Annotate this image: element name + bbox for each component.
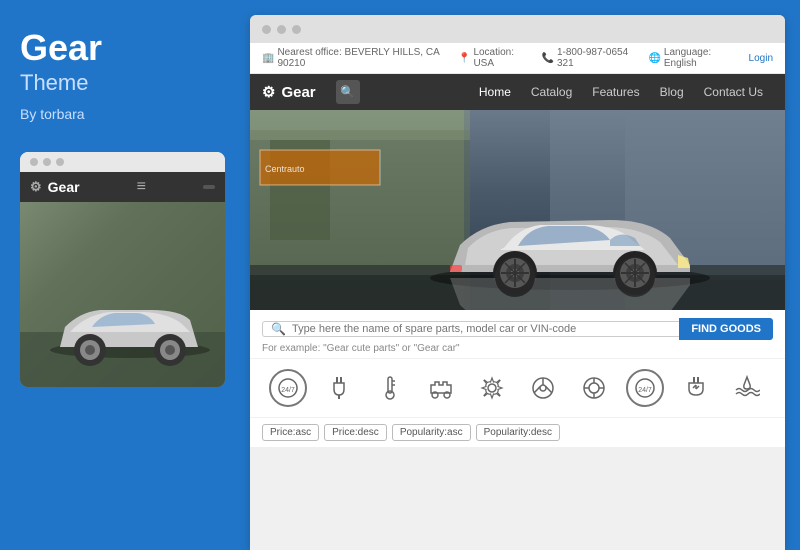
icon-tire-box <box>575 369 613 407</box>
browser-mockup: 🏢 Nearest office: BEVERLY HILLS, CA 9021… <box>250 15 785 550</box>
icon-gear-settings <box>473 369 511 407</box>
nav-links: Home Catalog Features Blog Contact Us <box>469 74 773 110</box>
mobile-brand: ⚙ Gear <box>30 179 80 195</box>
icon-car-engine <box>422 369 460 407</box>
search-input-wrap: 🔍 <box>262 321 679 337</box>
filter-price-desc[interactable]: Price:desc <box>324 424 387 441</box>
icon-steering <box>524 369 562 407</box>
icon-coolant-box <box>728 369 766 407</box>
nav-home[interactable]: Home <box>469 74 521 110</box>
search-section: 🔍 FIND GOODS For example: "Gear cute par… <box>250 310 785 358</box>
icon-battery <box>677 369 715 407</box>
svg-text:24/7: 24/7 <box>281 387 295 394</box>
icon-temp-box <box>371 369 409 407</box>
site-topbar: 🏢 Nearest office: BEVERLY HILLS, CA 9021… <box>250 43 785 74</box>
mobile-hamburger-icon[interactable]: ≡ <box>137 178 146 196</box>
browser-dot-3 <box>292 25 301 34</box>
left-panel: Gear Theme By torbara ⚙ Gear ≡ <box>0 0 245 550</box>
icon-24-7-1: 24/7 <box>269 369 307 407</box>
mobile-navbar: ⚙ Gear ≡ <box>20 172 225 202</box>
icon-strip: 24/7 <box>250 358 785 417</box>
search-input[interactable] <box>292 323 671 335</box>
icon-tire <box>575 369 613 407</box>
topbar-phone: 📞 1-800-987-0654 321 <box>542 47 635 69</box>
mobile-brand-label: Gear <box>48 179 80 195</box>
navbar-search-button[interactable]: 🔍 <box>336 80 360 104</box>
theme-subtitle: Theme <box>20 70 225 96</box>
login-link[interactable]: Login <box>749 53 773 64</box>
hero-area: Centrauto <box>250 110 785 310</box>
search-hint: For example: "Gear cute parts" or "Gear … <box>262 343 773 354</box>
phone-icon: 📞 <box>542 53 554 64</box>
svg-text:Centrauto: Centrauto <box>265 164 305 174</box>
mobile-dot-3 <box>56 158 64 166</box>
topbar-language: 🌐 Language: English <box>648 47 734 69</box>
filter-popularity-desc[interactable]: Popularity:desc <box>476 424 560 441</box>
theme-author: By torbara <box>20 106 225 122</box>
nav-features[interactable]: Features <box>582 74 649 110</box>
filter-row: Price:asc Price:desc Popularity:asc Popu… <box>250 417 785 447</box>
mobile-card-titlebar <box>20 152 225 172</box>
icon-coolant <box>728 369 766 407</box>
theme-title: Gear <box>20 30 225 66</box>
icon-car-engine-box <box>422 369 460 407</box>
svg-text:24/7: 24/7 <box>638 387 652 394</box>
navbar-gear-icon: ⚙ <box>262 83 275 101</box>
icon-247-circle-2: 24/7 <box>626 369 664 407</box>
mobile-dot-2 <box>43 158 51 166</box>
icon-24-7-2: 24/7 <box>626 369 664 407</box>
browser-dot-2 <box>277 25 286 34</box>
icon-temp <box>371 369 409 407</box>
mobile-gear-icon: ⚙ <box>30 179 42 195</box>
search-icon: 🔍 <box>340 85 355 99</box>
icon-247-circle-1: 24/7 <box>269 369 307 407</box>
icon-battery-box <box>677 369 715 407</box>
icon-plug <box>320 369 358 407</box>
site-navbar: ⚙ Gear 🔍 Home Catalog Features Blog Cont… <box>250 74 785 110</box>
hero-car-svg: Centrauto <box>250 110 785 310</box>
navbar-brand: ⚙ Gear <box>262 83 316 101</box>
search-bar: 🔍 FIND GOODS <box>262 318 773 340</box>
language-icon: 🌐 <box>648 53 660 64</box>
topbar-office: 🏢 Nearest office: BEVERLY HILLS, CA 9021… <box>262 47 444 69</box>
mobile-preview-card: ⚙ Gear ≡ <box>20 152 225 387</box>
filter-popularity-asc[interactable]: Popularity:asc <box>392 424 471 441</box>
browser-titlebar <box>250 15 785 43</box>
nav-catalog[interactable]: Catalog <box>521 74 582 110</box>
nav-blog[interactable]: Blog <box>650 74 694 110</box>
topbar-location: 📍 Location: USA <box>458 47 528 69</box>
browser-dot-1 <box>262 25 271 34</box>
nav-contact[interactable]: Contact Us <box>694 74 773 110</box>
icon-gear-settings-box <box>473 369 511 407</box>
find-goods-button[interactable]: FIND GOODS <box>679 318 773 340</box>
mobile-hero-bg <box>20 202 225 387</box>
mobile-nav-button[interactable] <box>203 185 215 189</box>
filter-price-asc[interactable]: Price:asc <box>262 424 319 441</box>
mobile-hero-image <box>20 202 225 387</box>
mobile-car-svg <box>20 202 225 387</box>
location-icon: 📍 <box>458 53 470 64</box>
icon-steering-box <box>524 369 562 407</box>
navbar-brand-label: Gear <box>281 84 315 101</box>
search-bar-icon: 🔍 <box>271 322 286 336</box>
office-icon: 🏢 <box>262 53 274 64</box>
mobile-dot-1 <box>30 158 38 166</box>
icon-plug-box <box>320 369 358 407</box>
